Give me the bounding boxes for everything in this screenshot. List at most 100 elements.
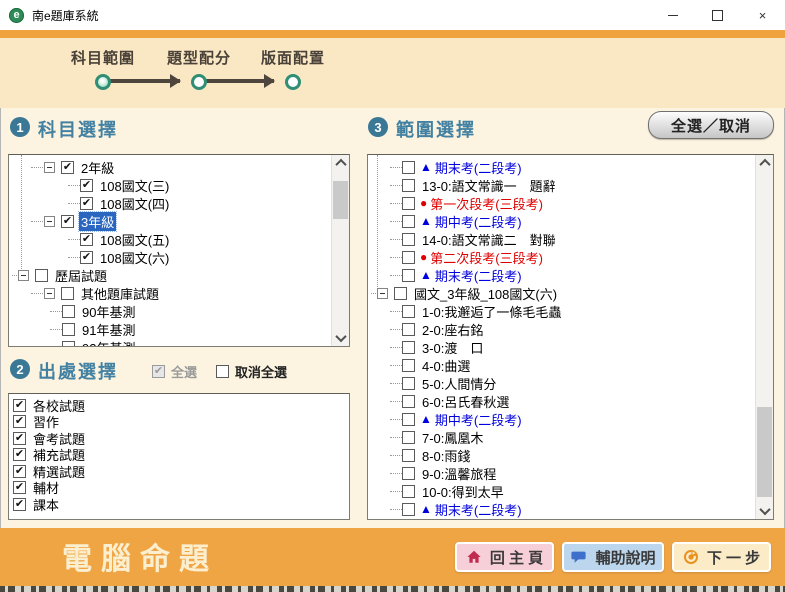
tree-row[interactable]: ✔ 108國文(三) <box>10 176 331 194</box>
tree-checkbox[interactable] <box>402 197 415 210</box>
tree-checkbox[interactable]: ✔ <box>61 215 74 228</box>
tree-label[interactable]: 3-0:渡 口 <box>420 338 485 357</box>
tree-label[interactable]: 7-0:鳳凰木 <box>420 428 485 447</box>
collapse-toggle-icon[interactable] <box>18 270 29 281</box>
tree-label[interactable]: 2-0:座右銘 <box>420 320 485 339</box>
scroll-down-icon[interactable] <box>332 330 349 346</box>
tree-checkbox[interactable] <box>402 305 415 318</box>
tree-label[interactable]: 期末考(二段考) <box>433 158 524 177</box>
close-button[interactable]: × <box>740 0 785 30</box>
source-item[interactable]: ✔各校試題 <box>9 397 349 414</box>
tree-row[interactable]: 1-0:我邂逅了一條毛毛蟲 <box>369 302 755 320</box>
tree-row[interactable]: ✔108國文(四) <box>10 194 331 212</box>
tree-row[interactable]: 歷屆試題 <box>10 266 331 284</box>
source-checkbox[interactable]: ✔ <box>13 498 26 511</box>
tree-row[interactable]: ▲期中考(二段考) <box>369 212 755 230</box>
tree-label[interactable]: 14-0:語文常識二 對聯 <box>420 230 558 249</box>
tree-checkbox[interactable] <box>402 269 415 282</box>
tree-checkbox[interactable]: ✔ <box>80 179 93 192</box>
tree-checkbox[interactable] <box>402 233 415 246</box>
subject-tree-scrollbar[interactable] <box>331 155 349 346</box>
tree-checkbox[interactable] <box>402 341 415 354</box>
source-checkbox[interactable]: ✔ <box>13 481 26 494</box>
tree-label[interactable]: 4-0:曲選 <box>420 356 472 375</box>
tree-checkbox[interactable] <box>402 323 415 336</box>
tree-checkbox[interactable]: ✔ <box>61 161 74 174</box>
tree-row[interactable]: 5-0:人間情分 <box>369 374 755 392</box>
select-toggle-button[interactable]: 全選／取消 <box>648 111 774 139</box>
tree-checkbox[interactable] <box>61 287 74 300</box>
tree-label[interactable]: 13-0:語文常識一 題辭 <box>420 176 558 195</box>
tree-checkbox[interactable] <box>402 395 415 408</box>
tree-row[interactable]: 國文_3年級_108國文(六) <box>369 284 755 302</box>
tree-row[interactable]: 3-0:渡 口 <box>369 338 755 356</box>
tree-row[interactable]: 92年基測 <box>10 338 331 346</box>
tree-label[interactable]: 10-0:得到太早 <box>420 482 506 501</box>
tree-checkbox[interactable] <box>394 287 407 300</box>
tree-checkbox[interactable] <box>402 377 415 390</box>
tree-checkbox[interactable] <box>402 179 415 192</box>
tree-label[interactable]: 91年基測 <box>80 320 137 339</box>
source-item[interactable]: ✔課本 <box>9 496 349 513</box>
tree-row[interactable]: ▲期末考(二段考) <box>369 158 755 176</box>
source-item[interactable]: ✔精選試題 <box>9 463 349 480</box>
tree-row[interactable]: 9-0:溫馨旅程 <box>369 464 755 482</box>
source-checkbox[interactable]: ✔ <box>13 432 26 445</box>
source-item[interactable]: ✔輔材 <box>9 480 349 497</box>
next-button[interactable]: 下 一 步 <box>672 542 771 572</box>
tree-label[interactable]: 1-0:我邂逅了一條毛毛蟲 <box>420 302 563 321</box>
source-item[interactable]: ✔習作 <box>9 414 349 431</box>
tree-label[interactable]: 108國文(六) <box>98 248 171 267</box>
tree-label[interactable]: 9-0:溫馨旅程 <box>420 464 498 483</box>
tree-row[interactable]: ✔3年級 <box>10 212 331 230</box>
tree-row[interactable]: 91年基測 <box>10 320 331 338</box>
scrollbar-thumb[interactable] <box>757 407 772 497</box>
tree-label[interactable]: 108國文(三) <box>98 176 171 195</box>
tree-checkbox[interactable] <box>402 161 415 174</box>
home-button[interactable]: 回 主 頁 <box>455 542 554 572</box>
maximize-button[interactable] <box>695 0 740 30</box>
tree-checkbox[interactable] <box>62 305 75 318</box>
tree-row[interactable]: 13-0:語文常識一 題辭 <box>369 176 755 194</box>
source-checkbox[interactable]: ✔ <box>13 448 26 461</box>
scroll-up-icon[interactable] <box>756 155 773 171</box>
source-checkbox[interactable]: ✔ <box>13 465 26 478</box>
help-button[interactable]: 輔助說明 <box>562 542 664 572</box>
collapse-toggle-icon[interactable] <box>44 288 55 299</box>
tree-checkbox[interactable] <box>35 269 48 282</box>
tree-label[interactable]: 90年基測 <box>80 302 137 321</box>
source-item[interactable]: ✔補充試題 <box>9 447 349 464</box>
tree-row[interactable]: 2-0:座右銘 <box>369 320 755 338</box>
collapse-toggle-icon[interactable] <box>44 162 55 173</box>
scrollbar-thumb[interactable] <box>333 181 348 219</box>
tree-row[interactable]: ▲期末考(二段考) <box>369 266 755 284</box>
select-all-checkbox[interactable]: ✔ 全選 <box>152 362 197 381</box>
tree-label[interactable]: 5-0:人間情分 <box>420 374 498 393</box>
tree-row[interactable]: 其他題庫試題 <box>10 284 331 302</box>
tree-checkbox[interactable] <box>402 413 415 426</box>
tree-row[interactable]: ▲期末考(二段考) <box>369 500 755 518</box>
tree-checkbox[interactable] <box>402 485 415 498</box>
tree-checkbox[interactable] <box>402 215 415 228</box>
tree-checkbox[interactable] <box>402 467 415 480</box>
tree-row[interactable]: ●第一次段考(三段考) <box>369 194 755 212</box>
tree-row[interactable]: 8-0:雨錢 <box>369 446 755 464</box>
tree-label[interactable]: 歷屆試題 <box>53 266 109 285</box>
tree-checkbox[interactable]: ✔ <box>80 233 93 246</box>
tree-label[interactable]: 國文_3年級_108國文(六) <box>412 284 559 303</box>
scroll-down-icon[interactable] <box>756 503 773 519</box>
tree-row[interactable]: 6-0:呂氏春秋選 <box>369 392 755 410</box>
tree-checkbox[interactable] <box>402 251 415 264</box>
tree-row[interactable]: ●第二次段考(三段考) <box>369 248 755 266</box>
tree-checkbox[interactable] <box>62 341 75 347</box>
tree-row[interactable]: 7-0:鳳凰木 <box>369 428 755 446</box>
tree-row[interactable]: 90年基測 <box>10 302 331 320</box>
tree-row[interactable]: 10-0:得到太早 <box>369 482 755 500</box>
tree-label[interactable]: 期中考(二段考) <box>433 410 524 429</box>
tree-checkbox[interactable] <box>402 449 415 462</box>
tree-checkbox[interactable] <box>402 503 415 516</box>
tree-row[interactable]: ✔108國文(六) <box>10 248 331 266</box>
tree-label[interactable]: 2年級 <box>79 158 116 177</box>
tree-label[interactable]: 第二次段考(三段考) <box>428 248 545 267</box>
collapse-toggle-icon[interactable] <box>377 288 388 299</box>
